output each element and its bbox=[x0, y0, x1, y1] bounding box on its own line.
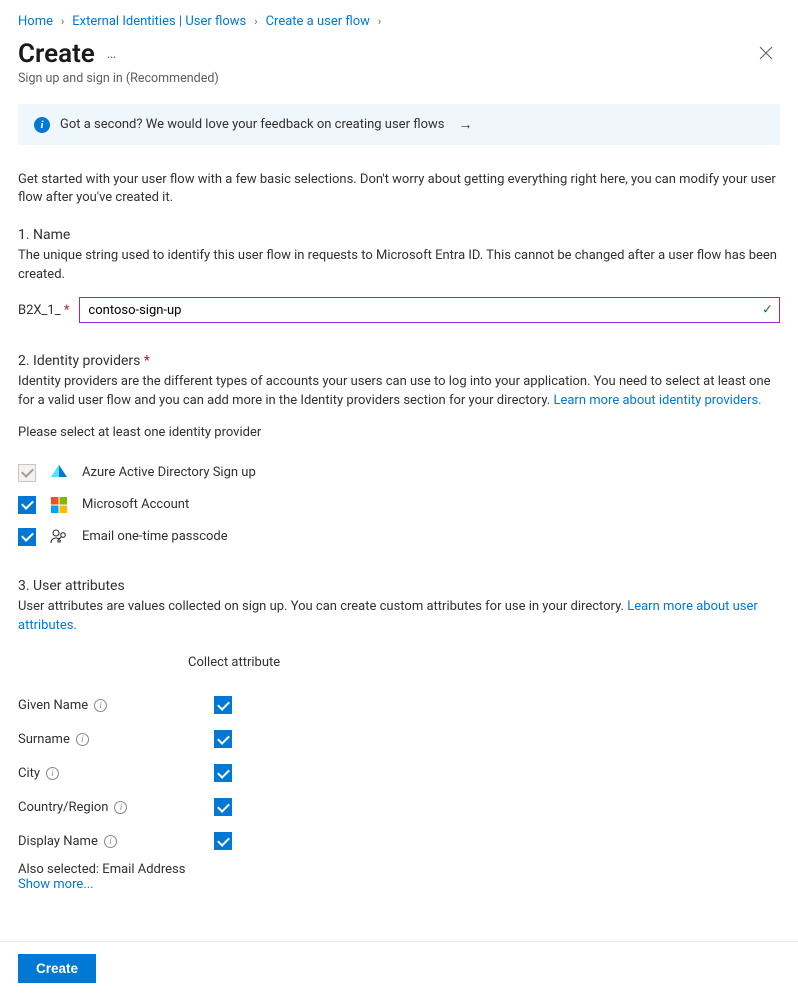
also-selected-text: Also selected: Email Address bbox=[18, 862, 780, 877]
idp-row-microsoft: Microsoft Account bbox=[18, 496, 780, 514]
name-input[interactable] bbox=[80, 298, 779, 322]
feedback-text: Got a second? We would love your feedbac… bbox=[60, 117, 444, 132]
attr-row-given-name: Given Name i bbox=[18, 688, 780, 722]
info-icon[interactable]: i bbox=[104, 835, 117, 848]
more-actions-button[interactable]: … bbox=[107, 46, 117, 62]
attr-list: Given Name i Surname i City i Country/Re… bbox=[18, 688, 780, 858]
attr-checkbox-given-name[interactable] bbox=[214, 696, 232, 714]
idp-label: Microsoft Account bbox=[82, 497, 189, 512]
attr-row-city: City i bbox=[18, 756, 780, 790]
feedback-banner[interactable]: i Got a second? We would love your feedb… bbox=[18, 104, 780, 145]
info-icon[interactable]: i bbox=[114, 801, 127, 814]
aad-icon bbox=[50, 464, 68, 482]
name-description: The unique string used to identify this … bbox=[18, 247, 780, 285]
attr-label: Country/Region bbox=[18, 800, 108, 815]
chevron-right-icon: › bbox=[61, 15, 64, 28]
breadcrumb: Home › External Identities | User flows … bbox=[0, 0, 798, 35]
idp-heading: 2. Identity providers * bbox=[18, 353, 780, 369]
info-icon: i bbox=[34, 117, 50, 133]
idp-list: Azure Active Directory Sign up Microsoft… bbox=[18, 464, 780, 546]
idp-description: Identity providers are the different typ… bbox=[18, 373, 780, 411]
attr-checkbox-surname[interactable] bbox=[214, 730, 232, 748]
intro-text: Get started with your user flow with a f… bbox=[18, 171, 780, 207]
idp-row-email-otp: Email one-time passcode bbox=[18, 528, 780, 546]
footer: Create bbox=[0, 941, 798, 995]
attr-row-country: Country/Region i bbox=[18, 790, 780, 824]
close-icon bbox=[759, 46, 773, 60]
attr-row-surname: Surname i bbox=[18, 722, 780, 756]
attr-label: Display Name bbox=[18, 834, 98, 849]
page-subtitle: Sign up and sign in (Recommended) bbox=[0, 69, 798, 96]
info-icon[interactable]: i bbox=[94, 699, 107, 712]
breadcrumb-item-home[interactable]: Home bbox=[18, 14, 53, 29]
attr-description: User attributes are values collected on … bbox=[18, 598, 780, 636]
idp-row-aad: Azure Active Directory Sign up bbox=[18, 464, 780, 482]
chevron-right-icon: › bbox=[254, 15, 257, 28]
attr-checkbox-display-name[interactable] bbox=[214, 832, 232, 850]
attr-heading: 3. User attributes bbox=[18, 578, 780, 594]
show-more-link[interactable]: Show more... bbox=[18, 877, 94, 892]
breadcrumb-item-create-user-flow[interactable]: Create a user flow bbox=[266, 14, 370, 29]
chevron-right-icon: › bbox=[378, 15, 381, 28]
idp-label: Email one-time passcode bbox=[82, 529, 228, 544]
idp-checkbox-email-otp[interactable] bbox=[18, 528, 36, 546]
required-asterisk: * bbox=[61, 303, 70, 318]
idp-instruction: Please select at least one identity prov… bbox=[18, 425, 780, 440]
check-icon: ✓ bbox=[762, 303, 773, 318]
info-icon[interactable]: i bbox=[46, 767, 59, 780]
idp-learn-more-link[interactable]: Learn more about identity providers. bbox=[553, 393, 761, 408]
idp-checkbox-aad bbox=[18, 464, 36, 482]
attr-label: Surname bbox=[18, 732, 70, 747]
person-key-icon bbox=[50, 528, 68, 546]
idp-label: Azure Active Directory Sign up bbox=[82, 465, 256, 480]
idp-checkbox-microsoft[interactable] bbox=[18, 496, 36, 514]
required-asterisk: * bbox=[144, 353, 150, 369]
page-title: Create bbox=[18, 39, 95, 69]
collect-attribute-column-header: Collect attribute bbox=[18, 647, 780, 680]
arrow-right-icon: → bbox=[458, 116, 472, 133]
name-heading: 1. Name bbox=[18, 227, 780, 243]
info-icon[interactable]: i bbox=[76, 733, 89, 746]
attr-checkbox-country[interactable] bbox=[214, 798, 232, 816]
name-input-wrapper: ✓ bbox=[79, 297, 780, 323]
create-button[interactable]: Create bbox=[18, 954, 96, 983]
name-prefix-label: B2X_1_ * bbox=[18, 303, 69, 318]
attr-checkbox-city[interactable] bbox=[214, 764, 232, 782]
attr-row-display-name: Display Name i bbox=[18, 824, 780, 858]
microsoft-icon bbox=[50, 496, 68, 514]
close-button[interactable] bbox=[752, 39, 780, 67]
attr-label: Given Name bbox=[18, 698, 88, 713]
breadcrumb-item-external-identities[interactable]: External Identities | User flows bbox=[72, 14, 246, 29]
attr-label: City bbox=[18, 766, 40, 781]
